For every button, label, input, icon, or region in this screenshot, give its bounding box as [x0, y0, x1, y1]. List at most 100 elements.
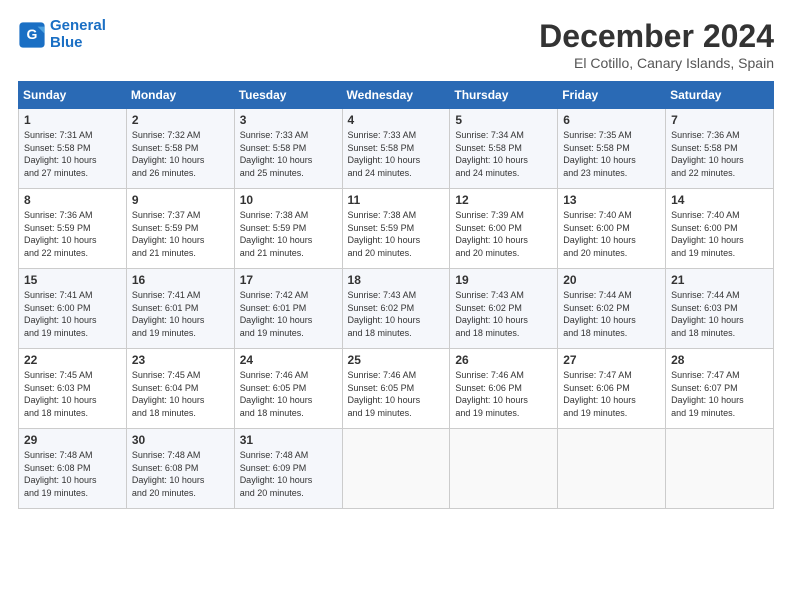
day-number: 25 [348, 353, 445, 367]
day-number: 22 [24, 353, 121, 367]
header: G General Blue December 2024 El Cotillo,… [18, 18, 774, 71]
day-info: Sunrise: 7:36 AMSunset: 5:58 PMDaylight:… [671, 130, 744, 178]
calendar-cell-6: 7 Sunrise: 7:36 AMSunset: 5:58 PMDaylight… [666, 109, 774, 189]
day-info: Sunrise: 7:40 AMSunset: 6:00 PMDaylight:… [563, 210, 636, 258]
day-info: Sunrise: 7:33 AMSunset: 5:58 PMDaylight:… [240, 130, 313, 178]
calendar-cell-w4-4: 26 Sunrise: 7:46 AMSunset: 6:06 PMDayligh… [450, 349, 558, 429]
day-info: Sunrise: 7:45 AMSunset: 6:03 PMDaylight:… [24, 370, 97, 418]
day-number: 28 [671, 353, 768, 367]
calendar-cell-w3-1: 16 Sunrise: 7:41 AMSunset: 6:01 PMDayligh… [126, 269, 234, 349]
calendar-cell-4: 5 Sunrise: 7:34 AMSunset: 5:58 PMDaylight… [450, 109, 558, 189]
day-number: 29 [24, 433, 121, 447]
logo: G General Blue [18, 18, 106, 51]
calendar-cell-5: 6Sunrise: 7:35 AMSunset: 5:58 PMDaylight… [558, 109, 666, 189]
day-number: 26 [455, 353, 552, 367]
day-number: 15 [24, 273, 121, 287]
page: G General Blue December 2024 El Cotillo,… [0, 0, 792, 519]
calendar-week-2: 8 Sunrise: 7:36 AMSunset: 5:59 PMDaylight… [19, 189, 774, 269]
day-number: 14 [671, 193, 768, 207]
logo-line1: General [50, 17, 106, 34]
day-number: 10 [240, 193, 337, 207]
location: El Cotillo, Canary Islands, Spain [539, 55, 774, 71]
day-info: Sunrise: 7:47 AMSunset: 6:07 PMDaylight:… [671, 370, 744, 418]
calendar-table: Sunday Monday Tuesday Wednesday Thursday… [18, 81, 774, 509]
calendar-cell-2: 3Sunrise: 7:33 AMSunset: 5:58 PMDaylight… [234, 109, 342, 189]
calendar-cell-w5-5 [558, 429, 666, 509]
logo-line2: Blue [50, 35, 106, 52]
day-number: 2 [132, 113, 229, 127]
calendar-cell-w4-6: 28 Sunrise: 7:47 AMSunset: 6:07 PMDayligh… [666, 349, 774, 429]
day-info: Sunrise: 7:44 AMSunset: 6:03 PMDaylight:… [671, 290, 744, 338]
day-info: Sunrise: 7:48 AMSunset: 6:08 PMDaylight:… [132, 450, 205, 498]
logo-text: General Blue [50, 18, 106, 51]
day-number: 21 [671, 273, 768, 287]
calendar-cell-1: 2 Sunrise: 7:32 AMSunset: 5:58 PMDaylight… [126, 109, 234, 189]
day-number: 7 [671, 113, 768, 127]
day-number: 30 [132, 433, 229, 447]
calendar-week-3: 15 Sunrise: 7:41 AMSunset: 6:00 PMDayligh… [19, 269, 774, 349]
calendar-cell-w5-0: 29Sunrise: 7:48 AMSunset: 6:08 PMDayligh… [19, 429, 127, 509]
day-number: 31 [240, 433, 337, 447]
col-sunday: Sunday [19, 82, 127, 109]
day-number: 4 [348, 113, 445, 127]
calendar-cell-w2-3: 11Sunrise: 7:38 AMSunset: 5:59 PMDayligh… [342, 189, 450, 269]
header-row: Sunday Monday Tuesday Wednesday Thursday… [19, 82, 774, 109]
day-number: 19 [455, 273, 552, 287]
day-number: 8 [24, 193, 121, 207]
calendar-cell-w5-1: 30 Sunrise: 7:48 AMSunset: 6:08 PMDayligh… [126, 429, 234, 509]
calendar-cell-w2-4: 12 Sunrise: 7:39 AMSunset: 6:00 PMDayligh… [450, 189, 558, 269]
calendar-cell-w2-2: 10Sunrise: 7:38 AMSunset: 5:59 PMDayligh… [234, 189, 342, 269]
day-number: 16 [132, 273, 229, 287]
day-info: Sunrise: 7:46 AMSunset: 6:06 PMDaylight:… [455, 370, 528, 418]
day-info: Sunrise: 7:31 AMSunset: 5:58 PMDaylight:… [24, 130, 97, 178]
title-area: December 2024 El Cotillo, Canary Islands… [539, 18, 774, 71]
day-info: Sunrise: 7:46 AMSunset: 6:05 PMDaylight:… [240, 370, 313, 418]
day-info: Sunrise: 7:39 AMSunset: 6:00 PMDaylight:… [455, 210, 528, 258]
day-info: Sunrise: 7:47 AMSunset: 6:06 PMDaylight:… [563, 370, 636, 418]
calendar-week-1: 1 Sunrise: 7:31 AMSunset: 5:58 PMDaylight… [19, 109, 774, 189]
day-number: 24 [240, 353, 337, 367]
day-info: Sunrise: 7:38 AMSunset: 5:59 PMDaylight:… [348, 210, 421, 258]
calendar-cell-w4-5: 27 Sunrise: 7:47 AMSunset: 6:06 PMDayligh… [558, 349, 666, 429]
calendar-cell-w3-2: 17Sunrise: 7:42 AMSunset: 6:01 PMDayligh… [234, 269, 342, 349]
calendar-cell-w4-1: 23Sunrise: 7:45 AMSunset: 6:04 PMDayligh… [126, 349, 234, 429]
day-number: 27 [563, 353, 660, 367]
col-saturday: Saturday [666, 82, 774, 109]
calendar-cell-w5-4 [450, 429, 558, 509]
calendar-cell-w3-0: 15 Sunrise: 7:41 AMSunset: 6:00 PMDayligh… [19, 269, 127, 349]
day-number: 12 [455, 193, 552, 207]
calendar-cell-3: 4 Sunrise: 7:33 AMSunset: 5:58 PMDaylight… [342, 109, 450, 189]
logo-icon: G [18, 21, 46, 49]
col-wednesday: Wednesday [342, 82, 450, 109]
day-info: Sunrise: 7:46 AMSunset: 6:05 PMDaylight:… [348, 370, 421, 418]
day-info: Sunrise: 7:41 AMSunset: 6:00 PMDaylight:… [24, 290, 97, 338]
calendar-cell-w5-3 [342, 429, 450, 509]
day-info: Sunrise: 7:43 AMSunset: 6:02 PMDaylight:… [348, 290, 421, 338]
calendar-cell-w3-6: 21 Sunrise: 7:44 AMSunset: 6:03 PMDayligh… [666, 269, 774, 349]
calendar-cell-w3-4: 19 Sunrise: 7:43 AMSunset: 6:02 PMDayligh… [450, 269, 558, 349]
calendar-cell-w4-0: 22 Sunrise: 7:45 AMSunset: 6:03 PMDayligh… [19, 349, 127, 429]
day-number: 6 [563, 113, 660, 127]
col-monday: Monday [126, 82, 234, 109]
day-info: Sunrise: 7:36 AMSunset: 5:59 PMDaylight:… [24, 210, 97, 258]
day-info: Sunrise: 7:37 AMSunset: 5:59 PMDaylight:… [132, 210, 205, 258]
day-number: 13 [563, 193, 660, 207]
day-info: Sunrise: 7:32 AMSunset: 5:58 PMDaylight:… [132, 130, 205, 178]
calendar-cell-w4-2: 24 Sunrise: 7:46 AMSunset: 6:05 PMDayligh… [234, 349, 342, 429]
col-thursday: Thursday [450, 82, 558, 109]
day-number: 17 [240, 273, 337, 287]
day-info: Sunrise: 7:41 AMSunset: 6:01 PMDaylight:… [132, 290, 205, 338]
day-number: 18 [348, 273, 445, 287]
calendar-week-5: 29 Sunrise: 7:48 AMSunset: 6:08 PMDayligh… [19, 429, 774, 509]
day-number: 5 [455, 113, 552, 127]
col-tuesday: Tuesday [234, 82, 342, 109]
calendar-cell-w4-3: 25 Sunrise: 7:46 AMSunset: 6:05 PMDayligh… [342, 349, 450, 429]
day-info: Sunrise: 7:34 AMSunset: 5:58 PMDaylight:… [455, 130, 528, 178]
day-info: Sunrise: 7:48 AMSunset: 6:09 PMDaylight:… [240, 450, 313, 498]
svg-text:G: G [27, 26, 38, 42]
calendar-cell-w2-0: 8 Sunrise: 7:36 AMSunset: 5:59 PMDaylight… [19, 189, 127, 269]
calendar-cell-w5-2: 31 Sunrise: 7:48 AMSunset: 6:09 PMDayligh… [234, 429, 342, 509]
day-info: Sunrise: 7:33 AMSunset: 5:58 PMDaylight:… [348, 130, 421, 178]
day-info: Sunrise: 7:43 AMSunset: 6:02 PMDaylight:… [455, 290, 528, 338]
day-number: 1 [24, 113, 121, 127]
